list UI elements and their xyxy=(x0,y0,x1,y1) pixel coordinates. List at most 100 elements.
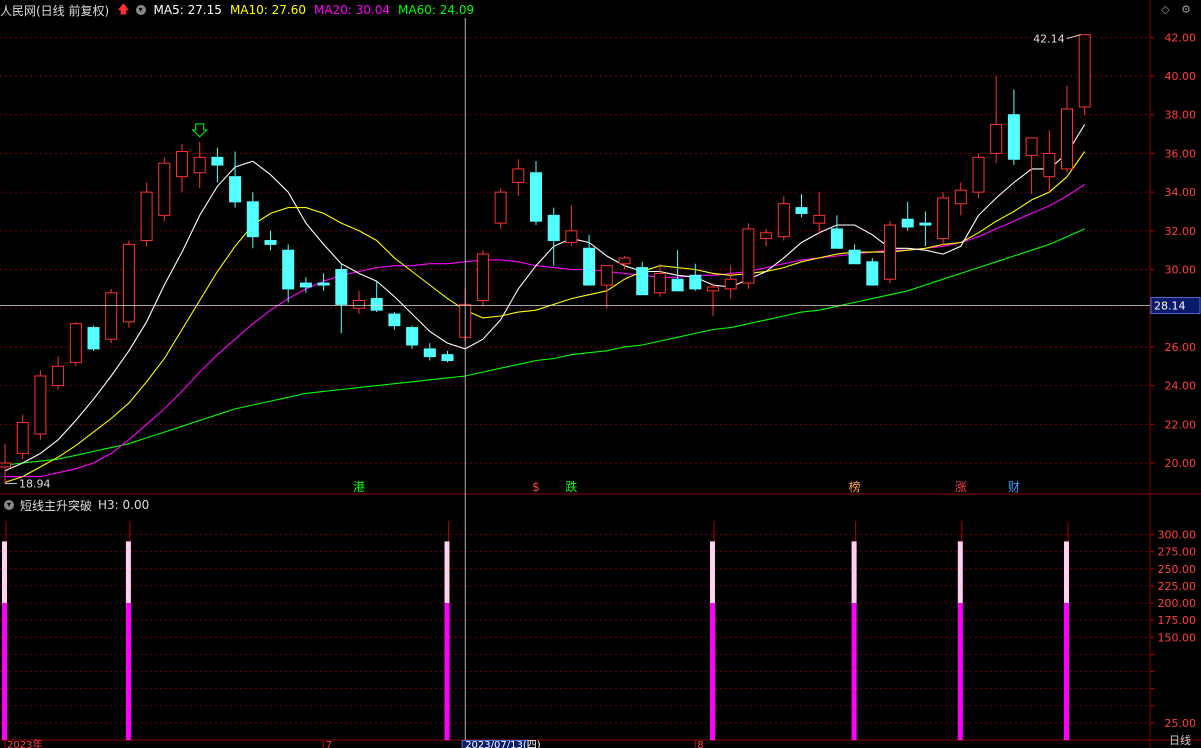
signal-bar-top[interactable] xyxy=(710,541,715,604)
timeframe-label[interactable]: 日线 xyxy=(1169,732,1191,748)
candle[interactable] xyxy=(990,76,1003,164)
candle[interactable] xyxy=(813,192,826,235)
candle[interactable] xyxy=(370,281,383,313)
candle[interactable] xyxy=(211,147,224,183)
signal-bar-top[interactable] xyxy=(125,541,131,604)
signal-bar-base[interactable] xyxy=(125,603,131,740)
candle-body xyxy=(884,224,896,280)
candle[interactable] xyxy=(317,273,330,291)
event-marker[interactable]: 港 xyxy=(353,480,365,494)
candle-body xyxy=(388,313,401,327)
event-marker[interactable]: 涨 xyxy=(955,479,967,494)
signal-bar-base[interactable] xyxy=(1064,603,1069,740)
indicator-y-tick-label: 300.00 xyxy=(1158,529,1197,542)
candle[interactable] xyxy=(158,157,171,222)
candle-body xyxy=(105,292,118,340)
candle[interactable] xyxy=(441,350,454,363)
indicator-y-tick-label: 175.00 xyxy=(1158,614,1197,627)
event-marker[interactable]: 榜 xyxy=(849,479,861,494)
candle[interactable] xyxy=(760,228,773,247)
candle-body xyxy=(406,327,419,346)
candle[interactable] xyxy=(707,283,719,316)
event-marker[interactable]: $ xyxy=(532,480,540,494)
candle-body xyxy=(866,261,879,286)
max-pointer xyxy=(1066,34,1081,40)
candle[interactable] xyxy=(69,321,82,367)
signal-bar-top[interactable] xyxy=(1064,541,1069,604)
candle-body xyxy=(830,228,843,249)
signal-bar-top[interactable] xyxy=(851,541,857,604)
candle[interactable] xyxy=(547,207,560,266)
candle[interactable] xyxy=(176,143,188,193)
indicator-y-tick-label: 225.00 xyxy=(1158,580,1197,593)
candle[interactable] xyxy=(724,265,737,299)
candle[interactable] xyxy=(866,257,879,286)
candle[interactable] xyxy=(264,230,277,251)
signal-bar-top[interactable] xyxy=(444,541,450,604)
candle[interactable] xyxy=(1007,89,1020,166)
candle-body xyxy=(69,323,82,363)
candle[interactable] xyxy=(140,182,153,247)
candle[interactable] xyxy=(1043,130,1056,193)
event-marker[interactable]: 跌 xyxy=(565,479,577,494)
candle[interactable] xyxy=(105,288,118,344)
candle[interactable] xyxy=(954,182,967,216)
candle[interactable] xyxy=(406,325,419,349)
candle[interactable] xyxy=(671,250,684,292)
candle[interactable] xyxy=(1078,34,1091,115)
candle[interactable] xyxy=(795,194,808,218)
candle[interactable] xyxy=(16,414,29,460)
candle[interactable] xyxy=(937,192,950,247)
signal-bar-base[interactable] xyxy=(957,603,963,740)
chart-canvas[interactable]: 20.0022.0024.0026.0028.0030.0032.0034.00… xyxy=(0,0,1201,748)
candle-body xyxy=(176,151,188,178)
candle[interactable] xyxy=(884,221,896,284)
candle[interactable] xyxy=(335,263,348,334)
candle[interactable] xyxy=(565,205,578,247)
candle-body xyxy=(229,176,242,203)
candle[interactable] xyxy=(52,356,65,390)
candle[interactable] xyxy=(972,153,985,198)
indicator-y-tick-label: 150.00 xyxy=(1158,631,1197,644)
candle[interactable] xyxy=(689,263,702,291)
candle[interactable] xyxy=(830,215,843,249)
candle[interactable] xyxy=(476,250,489,307)
candle[interactable] xyxy=(1061,85,1073,173)
candle[interactable] xyxy=(901,201,914,231)
signal-bar-base[interactable] xyxy=(444,603,450,740)
crosshair-price-label: 28.14 xyxy=(1154,300,1186,313)
signal-bar-top[interactable] xyxy=(2,541,7,604)
candle[interactable] xyxy=(777,196,790,241)
event-marker[interactable]: 财 xyxy=(1008,480,1020,494)
candle[interactable] xyxy=(423,343,436,361)
signal-bar-base[interactable] xyxy=(710,603,715,740)
candle[interactable] xyxy=(848,244,861,265)
candle[interactable] xyxy=(229,151,242,208)
candle[interactable] xyxy=(583,234,596,286)
candle[interactable] xyxy=(653,263,666,297)
candle[interactable] xyxy=(530,161,542,226)
candle[interactable] xyxy=(636,261,649,296)
candle[interactable] xyxy=(282,244,295,303)
signal-bar-base[interactable] xyxy=(851,603,857,740)
max-price-label: 42.14 xyxy=(1033,33,1065,46)
candle[interactable] xyxy=(919,211,932,247)
candle[interactable] xyxy=(0,443,11,484)
signal-bar-base[interactable] xyxy=(2,603,7,740)
candle[interactable] xyxy=(600,265,613,309)
candle[interactable] xyxy=(193,141,206,189)
candle[interactable] xyxy=(512,159,525,197)
candle[interactable] xyxy=(246,192,259,249)
candle[interactable] xyxy=(34,370,47,440)
candle[interactable] xyxy=(122,240,135,328)
candle-body xyxy=(795,207,808,214)
signal-bar-top[interactable] xyxy=(957,541,963,604)
ma20-line xyxy=(5,183,1086,478)
candle[interactable] xyxy=(742,223,755,289)
candle[interactable] xyxy=(87,325,100,351)
candle[interactable] xyxy=(388,312,401,330)
candle[interactable] xyxy=(353,290,365,315)
candle[interactable] xyxy=(1025,137,1038,195)
candle[interactable] xyxy=(494,188,507,229)
candle-body xyxy=(335,269,348,305)
